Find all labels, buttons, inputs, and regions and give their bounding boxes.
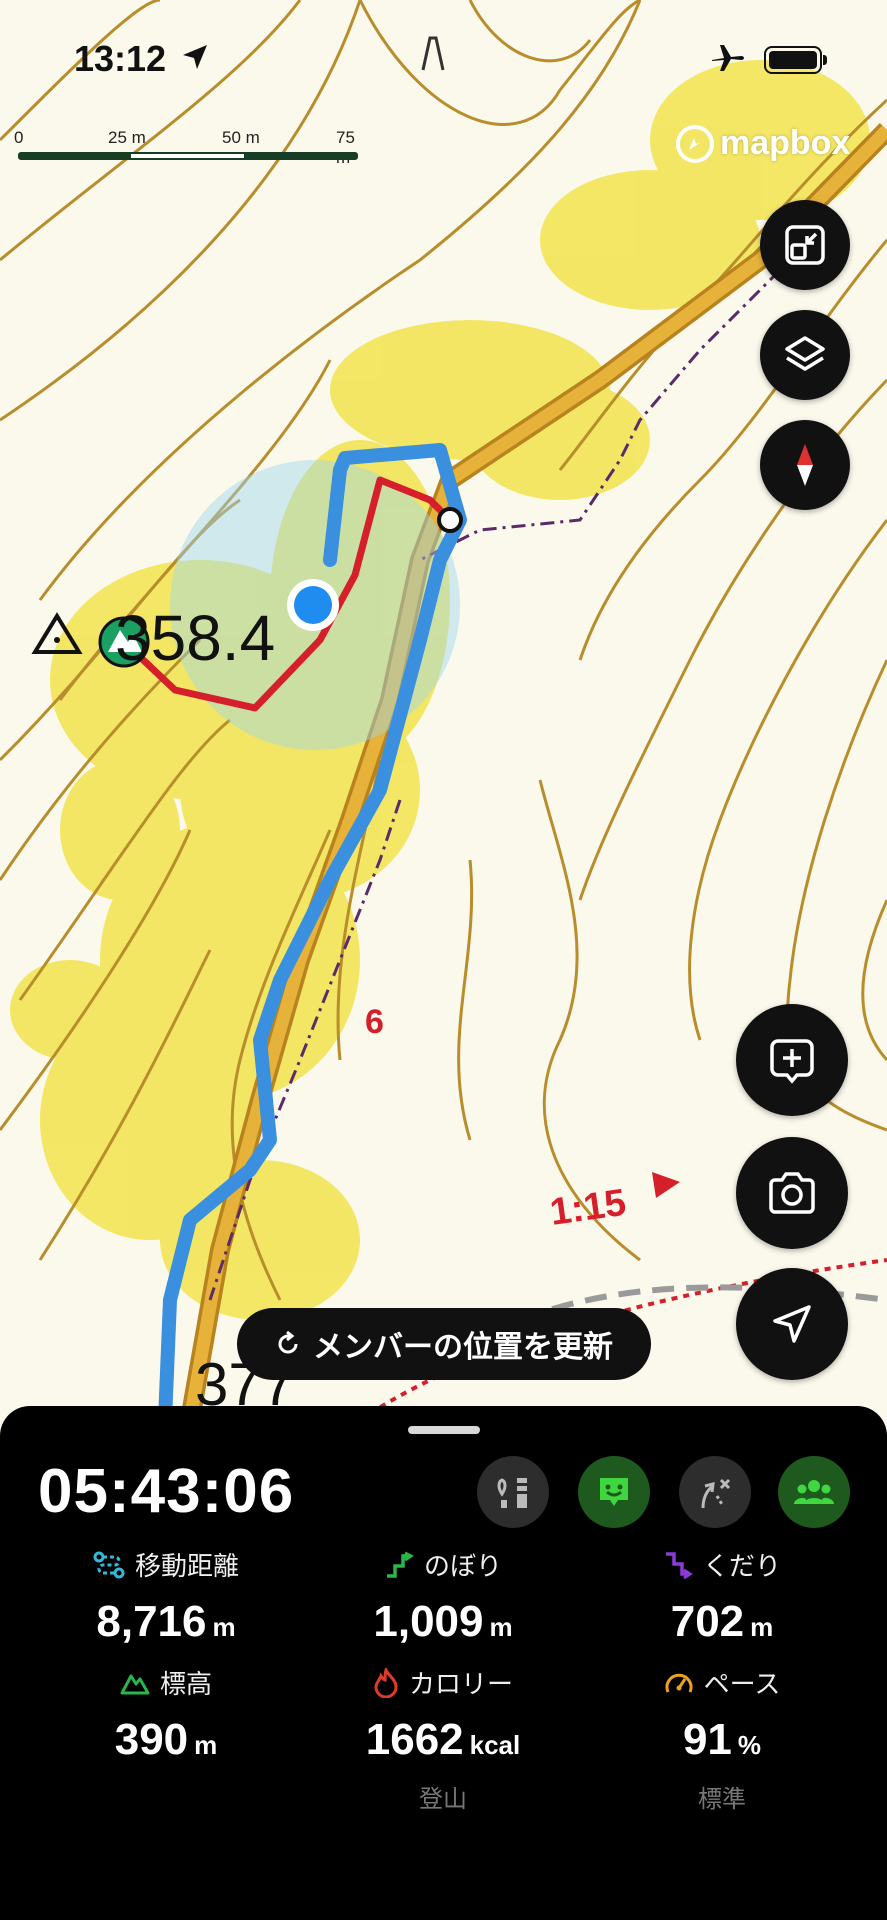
- scale-bar: 0 25 m 50 m 75 m: [14, 128, 358, 168]
- scale-label: 50 m: [222, 128, 260, 147]
- scale-label: 75 m: [336, 128, 355, 167]
- elevation-label: 358.4: [115, 602, 275, 674]
- layers-icon: [785, 336, 825, 371]
- update-member-location-label: メンバーの位置を更新: [313, 1331, 613, 1364]
- navigation-arrow-icon: [773, 1305, 811, 1343]
- stat-elevation: 標高 390 m: [36, 1664, 296, 1765]
- route-icon: [93, 1551, 125, 1578]
- stat-value: 1,009: [373, 1597, 484, 1646]
- sheet-drag-handle[interactable]: [408, 1426, 480, 1434]
- check-in-button[interactable]: [477, 1456, 549, 1528]
- section-number: 6: [365, 1003, 384, 1041]
- add-memo-button[interactable]: [736, 1004, 848, 1116]
- scale-label: 0: [14, 128, 24, 147]
- stat-descent: くだり 702 m: [592, 1546, 852, 1647]
- stat-value: 702: [670, 1597, 745, 1646]
- activity-stats-panel: 05:43:06 移動距離 8,716 m のぼり 1,009 m くだり 70…: [0, 1406, 887, 1920]
- stat-value: 8,716: [96, 1597, 207, 1646]
- group-icon: [794, 1480, 834, 1504]
- stat-distance: 移動距離 8,716 m: [36, 1546, 296, 1647]
- airplane-icon: [712, 45, 744, 71]
- stat-value: 390: [114, 1715, 189, 1764]
- mapbox-icon: [676, 124, 714, 163]
- group-members-button[interactable]: [778, 1456, 850, 1528]
- checkpoint-pins-icon: [497, 1478, 527, 1508]
- current-location-button[interactable]: [736, 1268, 848, 1380]
- stat-subtitle: 標準: [698, 1786, 746, 1813]
- north-indicator-icon: [421, 36, 445, 71]
- smile-message-icon: [600, 1478, 628, 1506]
- stat-unit: m: [489, 1612, 513, 1642]
- stat-unit: m: [194, 1730, 218, 1760]
- status-time: 13:12: [74, 38, 167, 79]
- descent-icon: [665, 1551, 693, 1579]
- fit-bounds-icon: [785, 225, 825, 265]
- stat-value: 1662: [365, 1715, 464, 1764]
- update-member-location-button[interactable]: メンバーの位置を更新: [237, 1308, 651, 1380]
- speedometer-icon: [665, 1673, 693, 1693]
- mapbox-logo[interactable]: mapbox: [676, 124, 850, 163]
- stat-label: 移動距離: [134, 1551, 239, 1581]
- battery-icon: [764, 46, 827, 74]
- stat-label: くだり: [702, 1551, 781, 1581]
- stat-label: のぼり: [423, 1551, 502, 1581]
- location-arrow-icon: [183, 45, 207, 69]
- ascent-icon: [386, 1551, 414, 1578]
- stat-label: 標高: [159, 1669, 212, 1699]
- layers-button[interactable]: [760, 310, 850, 400]
- refresh-icon: [278, 1331, 298, 1354]
- compass-icon: [797, 444, 813, 486]
- compass-button[interactable]: [760, 420, 850, 510]
- add-memo-icon: [770, 1039, 814, 1084]
- stat-ascent: のぼり 1,009 m: [313, 1546, 573, 1647]
- stat-label: カロリー: [408, 1669, 513, 1699]
- route-deviation-icon: [701, 1478, 731, 1509]
- stat-unit: m: [212, 1612, 236, 1642]
- mapbox-text: mapbox: [720, 124, 851, 162]
- stat-value: 91: [682, 1715, 732, 1764]
- scale-label: 25 m: [108, 128, 146, 147]
- elapsed-time: 05:43:06: [38, 1457, 295, 1526]
- stat-calories: カロリー 1662 kcal 登山: [313, 1664, 573, 1814]
- fit-bounds-button[interactable]: [760, 200, 850, 290]
- flame-icon: [374, 1667, 398, 1698]
- camera-icon: [769, 1172, 815, 1214]
- stat-unit: %: [737, 1730, 762, 1760]
- stat-label: ペース: [703, 1669, 781, 1699]
- stat-unit: kcal: [469, 1730, 521, 1760]
- camera-button[interactable]: [736, 1137, 848, 1249]
- stat-unit: m: [750, 1612, 774, 1642]
- stat-subtitle: 登山: [419, 1786, 467, 1813]
- mountain-icon: [120, 1674, 150, 1694]
- stat-pace: ペース 91% 標準: [592, 1664, 852, 1814]
- off-route-alert-button[interactable]: [679, 1456, 751, 1528]
- presence-notify-button[interactable]: [578, 1456, 650, 1528]
